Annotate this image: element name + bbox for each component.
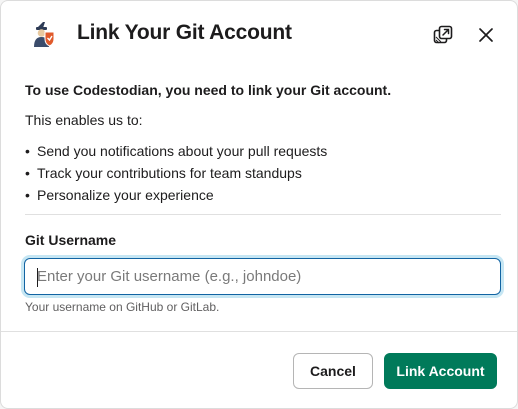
divider bbox=[25, 214, 501, 215]
list-item: • Personalize your experience bbox=[25, 187, 214, 203]
benefits-list: • Send you notifications about your pull … bbox=[25, 140, 327, 206]
cancel-button[interactable]: Cancel bbox=[293, 353, 373, 389]
git-username-label: Git Username bbox=[25, 232, 117, 248]
git-username-input[interactable] bbox=[25, 259, 500, 294]
close-icon[interactable] bbox=[473, 22, 499, 48]
text-caret bbox=[37, 268, 38, 287]
footer-divider bbox=[1, 331, 517, 332]
link-git-account-modal: Link Your Git Account To use Codestodian… bbox=[0, 0, 518, 409]
git-username-hint: Your username on GitHub or GitLab. bbox=[25, 300, 220, 314]
popout-icon[interactable] bbox=[430, 22, 456, 48]
codestodian-app-icon bbox=[29, 19, 59, 49]
git-username-field-wrapper bbox=[24, 258, 501, 295]
link-account-button[interactable]: Link Account bbox=[384, 353, 497, 389]
modal-title: Link Your Git Account bbox=[77, 21, 292, 44]
list-item: • Send you notifications about your pull … bbox=[25, 143, 328, 159]
list-item: • Track your contributions for team stand… bbox=[25, 165, 302, 181]
enables-text: This enables us to: bbox=[25, 112, 143, 128]
intro-text: To use Codestodian, you need to link you… bbox=[25, 82, 392, 98]
modal-header: Link Your Git Account bbox=[1, 1, 517, 71]
